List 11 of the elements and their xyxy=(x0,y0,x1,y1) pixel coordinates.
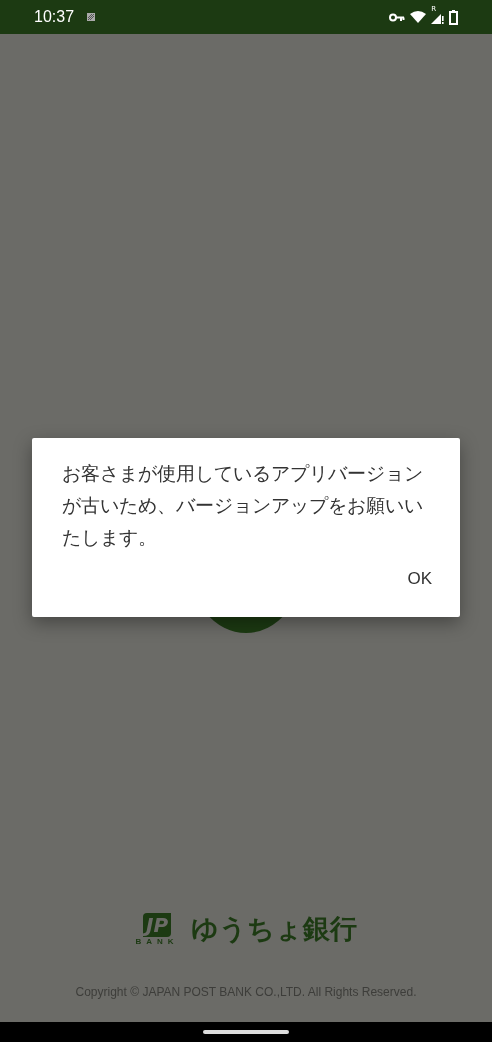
key-icon xyxy=(389,12,406,22)
brand-logo: JP xyxy=(142,912,172,937)
wifi-icon xyxy=(410,11,427,23)
logo-caption: BANK xyxy=(135,936,179,946)
bank-name: ゆうちょ銀行 xyxy=(190,912,357,946)
home-handle[interactable] xyxy=(203,1030,289,1034)
ok-button[interactable]: OK xyxy=(395,563,444,595)
clock-time: 10:37 xyxy=(34,8,75,26)
notification-icon xyxy=(86,12,97,22)
battery-icon xyxy=(449,9,458,25)
dialog-message: お客さまが使用しているアプリバージョンが古いため、バージョンアップをお願いいたします。 xyxy=(62,462,424,550)
